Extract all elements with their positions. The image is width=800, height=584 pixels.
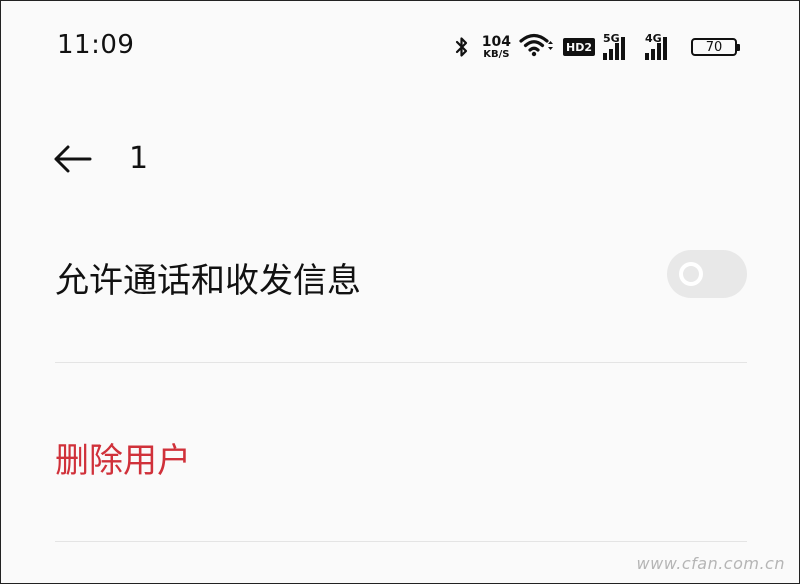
signal-5g-label: 5G: [603, 32, 620, 45]
battery-level: 70: [705, 39, 723, 55]
divider: [55, 362, 747, 363]
allow-calls-sms-toggle[interactable]: [667, 250, 747, 298]
network-speed: 104 KB/S: [482, 35, 511, 60]
signal-4g-label: 4G: [645, 32, 662, 45]
network-speed-value: 104: [481, 33, 511, 50]
toggle-knob: [679, 262, 703, 286]
page-title: 1: [129, 141, 149, 176]
divider: [55, 541, 747, 542]
status-icons: 104 KB/S HD2 5G 4G 70: [454, 31, 740, 63]
delete-user-button[interactable]: 删除用户: [55, 433, 191, 482]
allow-calls-sms-label: 允许通话和收发信息: [55, 261, 361, 301]
signal-4g-icon: 4G: [645, 32, 679, 60]
screen: 11:09 104 KB/S HD2 5G 4G 70 1 允许通话和收发信息 …: [0, 0, 800, 584]
status-bar: 11:09 104 KB/S HD2 5G 4G 70: [1, 1, 799, 93]
wifi-icon: [519, 32, 553, 62]
signal-5g-icon: 5G: [603, 32, 637, 60]
battery-icon: 70: [691, 38, 740, 56]
watermark: www.cfan.com.cn: [636, 554, 785, 573]
bluetooth-icon: [454, 35, 470, 59]
arrow-left-icon: [54, 145, 92, 173]
status-time: 11:09: [57, 30, 135, 60]
hd-voice-badge: HD2: [563, 38, 595, 56]
back-button[interactable]: [49, 139, 95, 179]
network-speed-unit: KB/S: [483, 48, 510, 60]
